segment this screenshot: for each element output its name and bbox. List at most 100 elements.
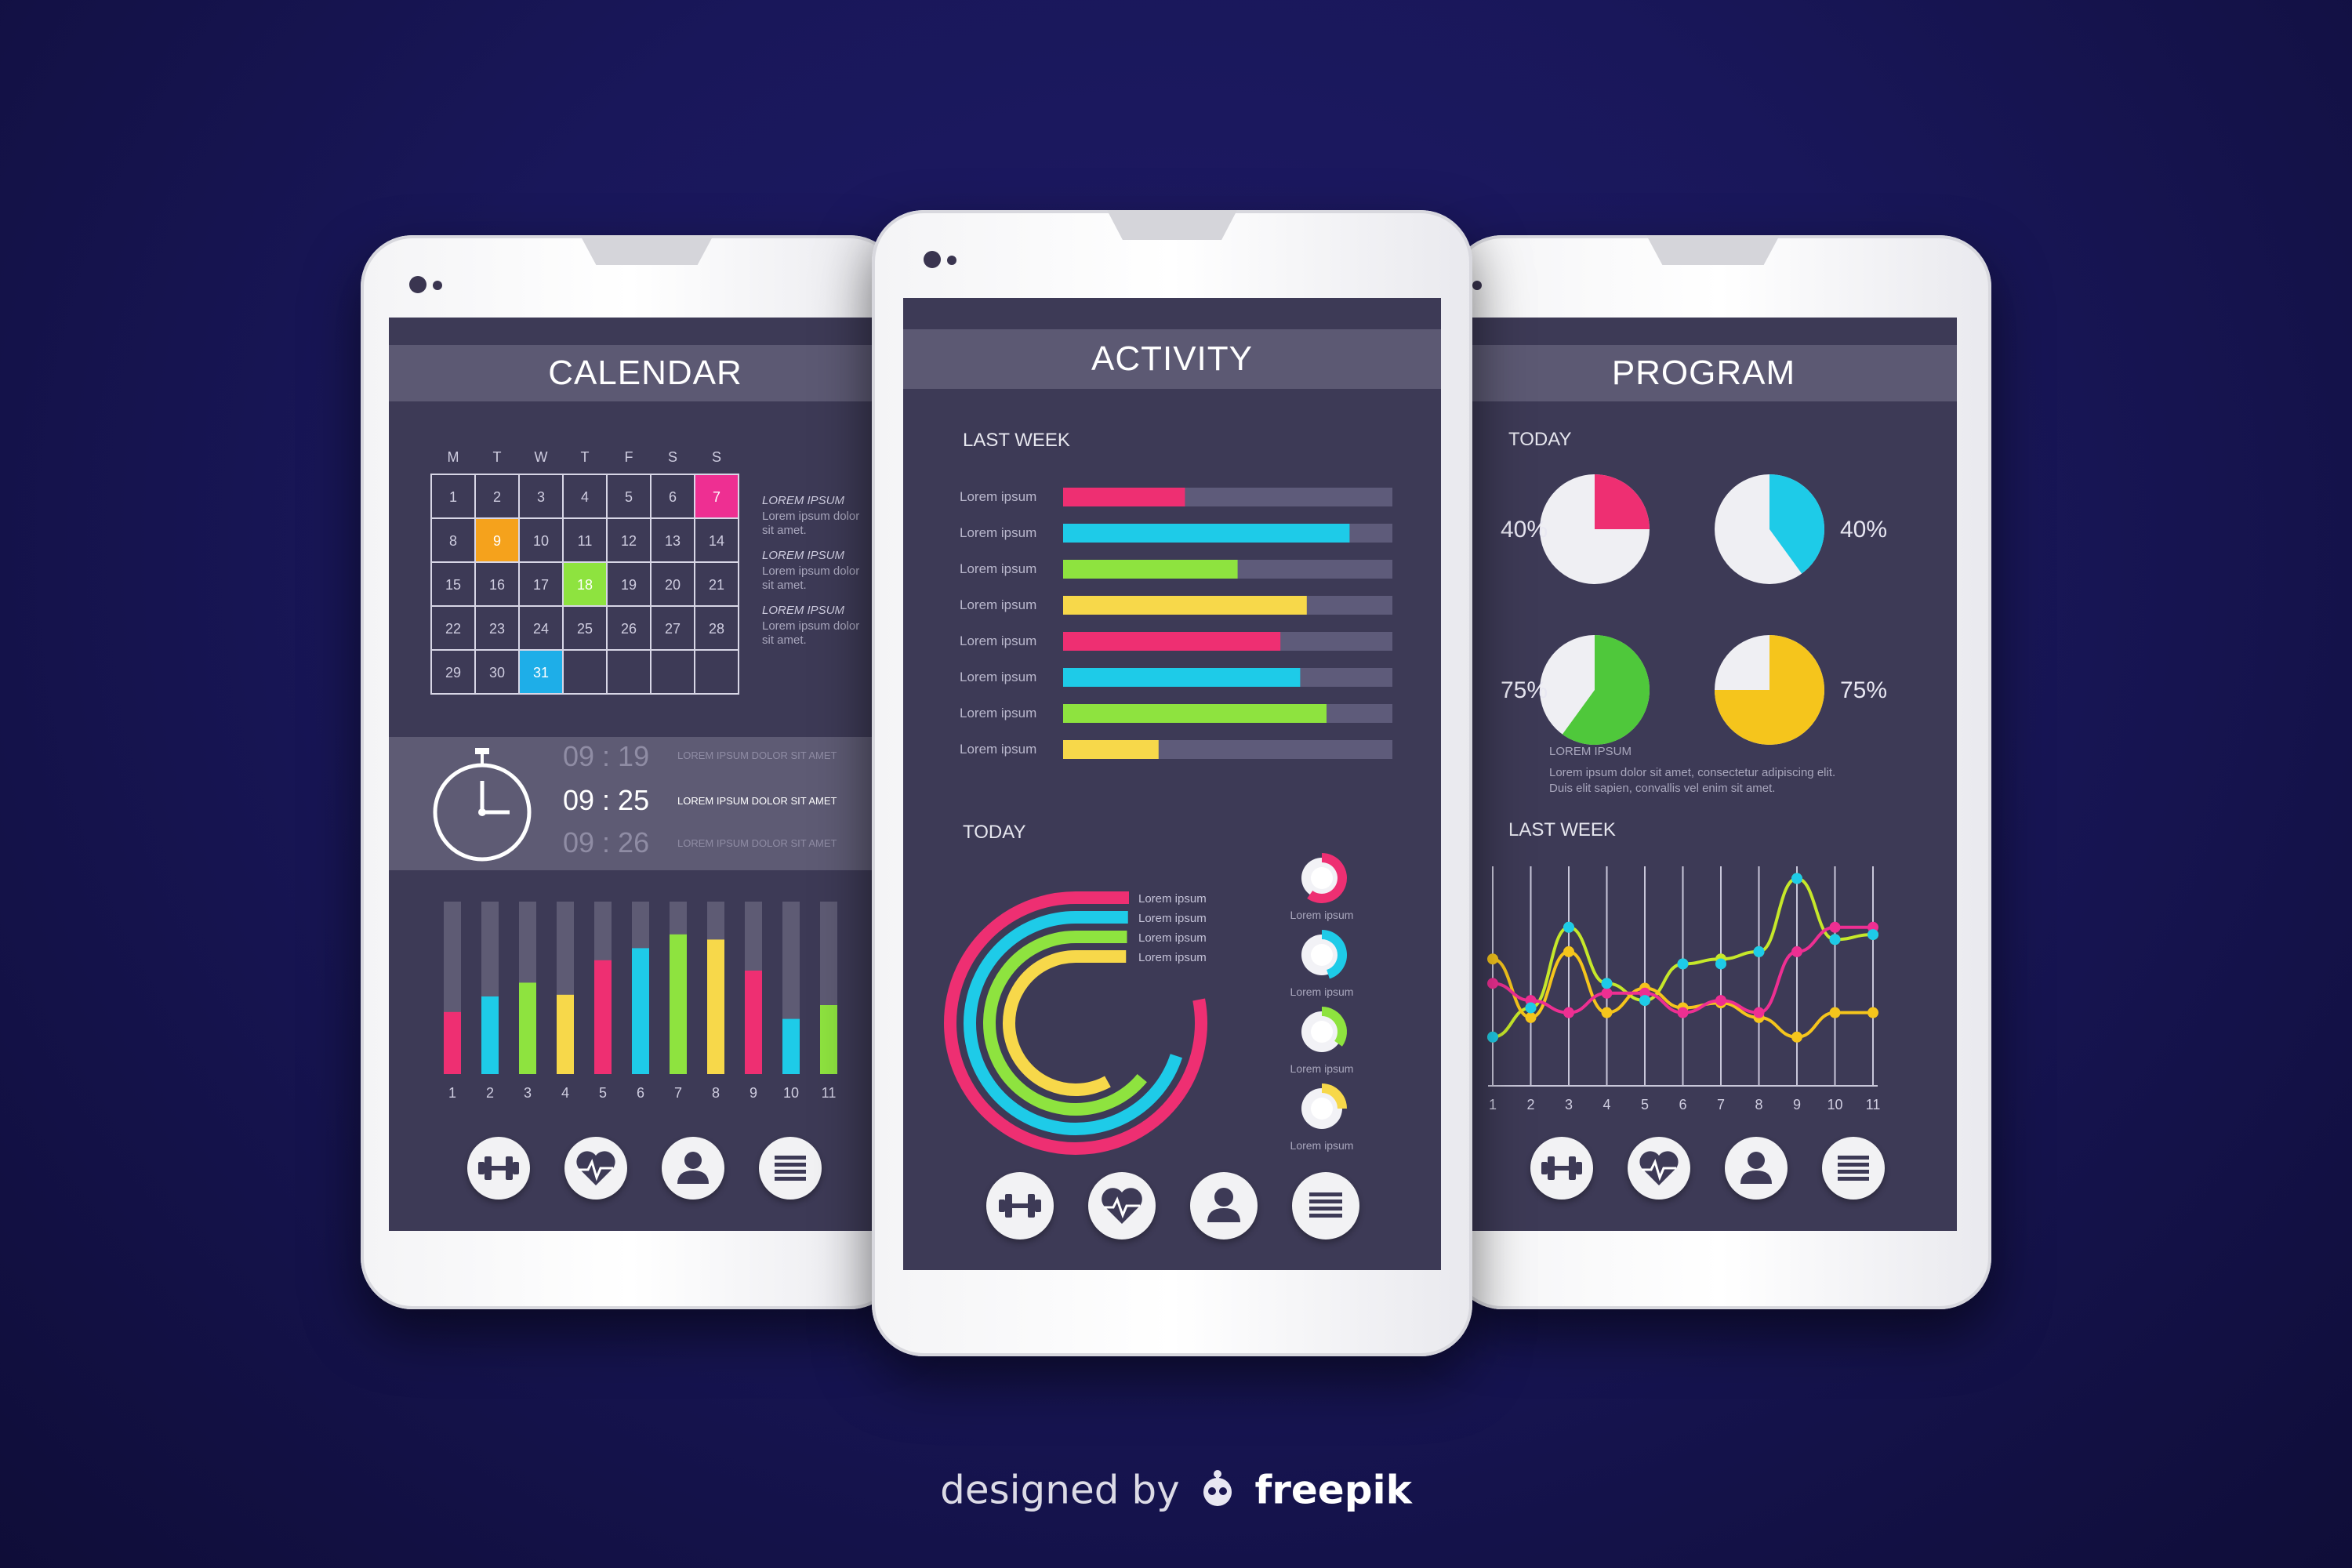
bar	[707, 939, 724, 1074]
timer-current: 09 : 25	[563, 784, 650, 816]
bar-label: Lorem ipsum	[960, 670, 1036, 684]
radial-arc	[964, 911, 1182, 1135]
heart-nav-button[interactable]	[1628, 1137, 1690, 1200]
weekday-label: W	[535, 449, 548, 465]
calendar-cell[interactable]	[694, 649, 739, 695]
calendar-day: 31	[533, 665, 549, 681]
calendar-cell[interactable]	[562, 649, 608, 695]
timer-next: 09 : 26	[563, 826, 650, 858]
weekday-label: F	[625, 449, 633, 465]
workout-nav-button[interactable]	[986, 1172, 1054, 1240]
bar	[820, 1005, 837, 1074]
phone-notch	[1107, 210, 1237, 240]
bar-label: Lorem ipsum	[960, 633, 1036, 648]
profile-icon	[677, 1152, 709, 1184]
note-body: Lorem ipsum dolor	[762, 564, 860, 578]
calendar-day: 3	[537, 489, 545, 505]
radial-label: Lorem ipsum	[1138, 931, 1207, 945]
x-tick-label: 7	[1717, 1097, 1725, 1112]
bar	[1063, 488, 1185, 506]
bar-tick-label: 1	[448, 1085, 456, 1101]
calendar-day: 20	[665, 577, 681, 593]
page-title: ACTIVITY	[903, 329, 1441, 389]
series-point	[1867, 1007, 1878, 1018]
x-tick-label: 3	[1565, 1097, 1573, 1112]
bar	[444, 1011, 461, 1074]
series-point	[1791, 946, 1802, 957]
brand-credit: designed by freepik	[0, 1466, 2352, 1519]
ring-label: Lorem ipsum	[1290, 909, 1354, 921]
section-label: LAST WEEK	[1508, 819, 1616, 840]
workout-nav-button[interactable]	[1530, 1137, 1593, 1200]
workout-nav-button[interactable]	[467, 1137, 530, 1200]
bar-tick-label: 7	[674, 1085, 682, 1101]
bar	[519, 982, 536, 1074]
profile-icon	[1207, 1188, 1240, 1222]
calendar-day: 23	[489, 621, 505, 637]
weekday-label: S	[668, 449, 677, 465]
radial-chart: Lorem ipsum Lorem ipsum Lorem ipsum Lorem i…	[944, 853, 1354, 1155]
dumbbell-icon	[999, 1194, 1041, 1218]
x-tick-label: 2	[1526, 1097, 1534, 1112]
series-point	[1791, 873, 1802, 884]
pie-percent-label: 40%	[1840, 517, 1887, 543]
calendar-day: 5	[625, 489, 633, 505]
menu-nav-button[interactable]	[1292, 1172, 1359, 1240]
pie-percent-label: 40%	[1501, 517, 1548, 543]
note-title: LOREM IPSUM	[762, 604, 845, 617]
bar	[632, 948, 649, 1074]
program-screen: PROGRAM TODAY 40% 40% 75% 75% LOREM IPSUM L…	[1450, 318, 1957, 1231]
series-point	[1563, 946, 1574, 957]
menu-nav-button[interactable]	[759, 1137, 822, 1200]
bar	[782, 1018, 800, 1074]
bar	[481, 996, 499, 1074]
note-title: LOREM IPSUM	[762, 549, 845, 562]
section-label: LAST WEEK	[963, 430, 1070, 451]
series-point	[1563, 1007, 1574, 1018]
calendar-cell[interactable]	[650, 649, 695, 695]
ring-center	[1311, 944, 1333, 966]
calendar-day: 8	[449, 533, 457, 549]
series-point	[1525, 1011, 1537, 1023]
calendar-cell[interactable]	[606, 649, 652, 695]
ring-center	[1311, 867, 1333, 889]
bar	[1063, 668, 1301, 687]
x-tick-label: 9	[1793, 1097, 1801, 1112]
calendar-day: 25	[577, 621, 593, 637]
weekday-label: M	[448, 449, 459, 465]
profile-icon	[1740, 1152, 1772, 1184]
radial-arc	[1003, 950, 1111, 1096]
calendar-day: 21	[709, 577, 724, 593]
menu-nav-button[interactable]	[1822, 1137, 1885, 1200]
calendar-day: 12	[621, 533, 637, 549]
bar	[557, 994, 574, 1074]
calendar-phone: CALENDAR M T W T F S S 1 2 3 4 5 6 7 8 9 10 11 12 13 14 15 16 1…	[361, 235, 902, 1309]
profile-nav-button[interactable]	[1725, 1137, 1788, 1200]
phone-notch	[580, 235, 713, 265]
stopwatch-icon	[433, 748, 532, 862]
page-title: CALENDAR	[389, 345, 902, 401]
bar-label: Lorem ipsum	[960, 742, 1036, 757]
camera-dot	[433, 281, 442, 290]
line-chart: 1 2 3 4 5 6 7 8 9 10 11	[1487, 866, 1880, 1112]
profile-nav-button[interactable]	[662, 1137, 724, 1200]
series-point	[1601, 987, 1613, 999]
bar-tick-label: 11	[822, 1085, 837, 1101]
x-tick-label: 5	[1641, 1097, 1649, 1112]
bar	[745, 971, 762, 1074]
description-title: LOREM IPSUM	[1549, 745, 1632, 758]
timer-next-text: LOREM IPSUM DOLOR SIT AMET	[677, 837, 837, 849]
timer-current-text: LOREM IPSUM DOLOR SIT AMET	[677, 795, 837, 807]
radial-label: Lorem ipsum	[1138, 892, 1207, 906]
timer-panel: 09 : 19 LOREM IPSUM DOLOR SIT AMET 09 : …	[389, 737, 902, 870]
section-label: TODAY	[963, 822, 1026, 843]
bar-label: Lorem ipsum	[960, 489, 1036, 504]
bar-tick-label: 6	[637, 1085, 644, 1101]
heart-nav-button[interactable]	[1088, 1172, 1156, 1240]
note-body: sit amet.	[762, 633, 807, 647]
profile-nav-button[interactable]	[1190, 1172, 1258, 1240]
bar-tick-label: 3	[524, 1085, 532, 1101]
heart-nav-button[interactable]	[564, 1137, 627, 1200]
bar-label: Lorem ipsum	[960, 525, 1036, 540]
bar	[1063, 560, 1238, 579]
